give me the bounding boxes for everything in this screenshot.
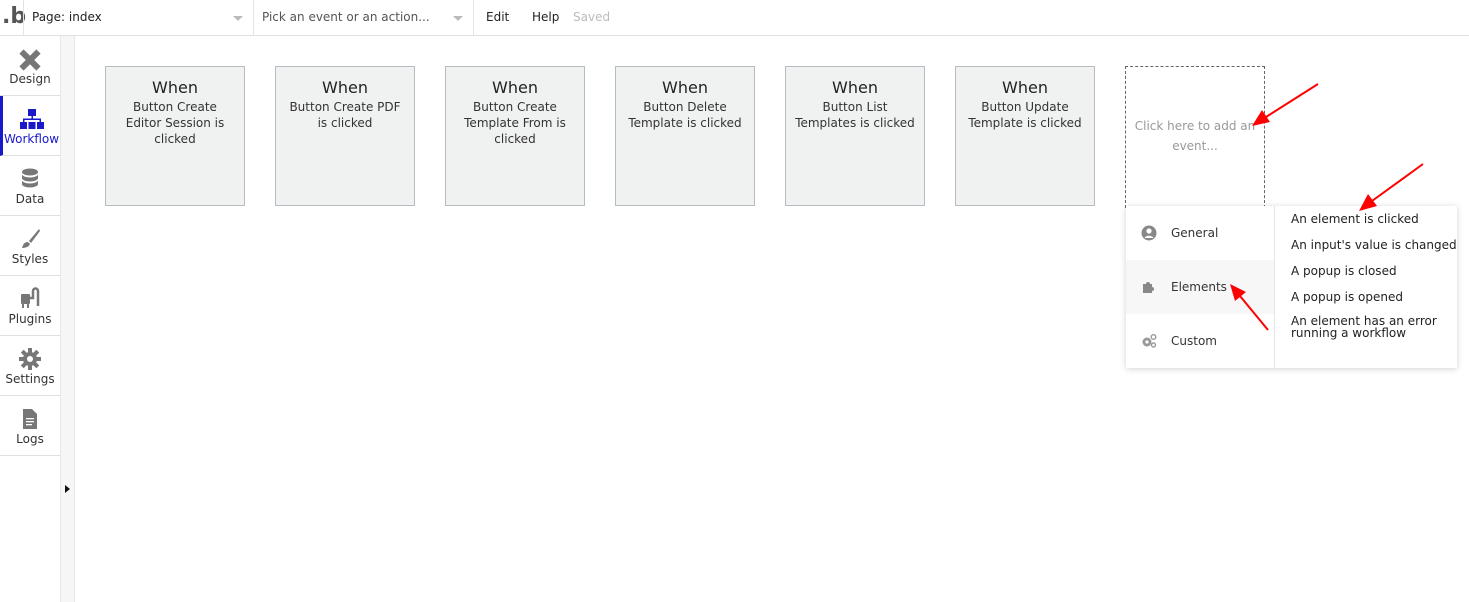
- chevron-down-icon: [233, 16, 243, 21]
- event-card[interactable]: When Button Create PDF is clicked: [275, 66, 415, 206]
- event-card-title: When: [1002, 78, 1048, 97]
- event-type-menu: General Elements Custom An element is cl…: [1126, 206, 1457, 368]
- event-card-description: Button Create PDF is clicked: [289, 100, 401, 130]
- user-circle-icon: [1141, 225, 1157, 241]
- sidebar-item-workflow[interactable]: Workflow: [0, 96, 60, 156]
- sidebar-item-styles[interactable]: Styles: [0, 216, 60, 276]
- option-popup-opened[interactable]: A popup is opened: [1276, 284, 1457, 310]
- sidebar-item-data[interactable]: Data: [0, 156, 60, 216]
- option-element-error[interactable]: An element has an error running a workfl…: [1276, 310, 1457, 344]
- sidebar-item-label: Design: [9, 72, 51, 86]
- sidebar-item-plugins[interactable]: Plugins: [0, 276, 60, 336]
- sidebar-collapse-bar[interactable]: [60, 36, 75, 602]
- event-action-select-placeholder: Pick an event or an action...: [262, 10, 430, 24]
- edit-menu[interactable]: Edit: [486, 0, 509, 35]
- sidebar-item-label: Styles: [11, 252, 49, 266]
- sidebar-item-label: Workflow: [3, 132, 60, 146]
- event-card[interactable]: When Button Create Editor Session is cli…: [105, 66, 245, 206]
- workflow-icon: [19, 109, 44, 129]
- save-status: Saved: [573, 10, 611, 24]
- event-card-description: Button Create Template From is clicked: [464, 100, 566, 146]
- option-input-changed[interactable]: An input's value is changed: [1276, 232, 1457, 258]
- option-element-clicked[interactable]: An element is clicked: [1276, 206, 1457, 232]
- event-card[interactable]: When Button Delete Template is clicked: [615, 66, 755, 206]
- sidebar: Design Workflow Data Styles Plugins Sett…: [0, 36, 60, 602]
- event-action-select[interactable]: Pick an event or an action...: [253, 0, 473, 35]
- top-toolbar: .b Page: index Pick an event or an actio…: [0, 0, 1469, 36]
- event-card-description: Button Create Editor Session is clicked: [125, 100, 225, 146]
- category-label: Custom: [1171, 334, 1217, 348]
- event-option-list: An element is clicked An input's value i…: [1276, 206, 1457, 344]
- expand-triangle-icon[interactable]: [65, 485, 70, 493]
- help-menu[interactable]: Help: [532, 0, 559, 35]
- sidebar-item-design[interactable]: Design: [0, 36, 60, 96]
- puzzle-icon: [1143, 282, 1154, 293]
- sidebar-item-label: Settings: [5, 372, 55, 386]
- sidebar-item-settings[interactable]: Settings: [0, 336, 60, 396]
- design-icon: [19, 49, 41, 71]
- event-card-title: When: [662, 78, 708, 97]
- sidebar-item-label: Data: [15, 192, 45, 206]
- sidebar-item-logs[interactable]: Logs: [0, 396, 60, 456]
- category-label: Elements: [1171, 280, 1227, 294]
- event-card[interactable]: When Button Create Template From is clic…: [445, 66, 585, 206]
- annotation-arrow-element-clicked: [1359, 163, 1424, 211]
- database-icon: [22, 168, 38, 188]
- gear-icon: [19, 348, 41, 370]
- document-icon: [23, 409, 37, 429]
- event-card[interactable]: When Button Update Template is clicked: [955, 66, 1095, 206]
- category-label: General: [1171, 226, 1219, 240]
- page-select-value: Page: index: [32, 10, 102, 24]
- bubble-logo[interactable]: .b: [0, 0, 26, 35]
- plug-icon: [21, 287, 40, 308]
- sidebar-item-label: Plugins: [8, 312, 52, 326]
- chevron-down-icon: [453, 16, 463, 21]
- event-card-title: When: [492, 78, 538, 97]
- option-popup-closed[interactable]: A popup is closed: [1276, 258, 1457, 284]
- event-card[interactable]: When Button List Templates is clicked: [785, 66, 925, 206]
- event-card-title: When: [152, 78, 198, 97]
- event-card-description: Button List Templates is clicked: [795, 100, 915, 130]
- category-general[interactable]: General: [1126, 206, 1274, 260]
- event-category-list: General Elements Custom: [1126, 206, 1275, 368]
- event-card-title: When: [322, 78, 368, 97]
- event-card-description: Button Update Template is clicked: [968, 100, 1082, 130]
- toolbar-divider: [473, 0, 474, 35]
- gears-icon: [1142, 334, 1157, 348]
- event-card-title: When: [832, 78, 878, 97]
- category-elements[interactable]: Elements: [1126, 260, 1274, 314]
- brush-icon: [22, 229, 40, 248]
- event-card-description: Button Delete Template is clicked: [628, 100, 742, 130]
- page-select[interactable]: Page: index: [23, 0, 253, 35]
- add-event-label: Click here to add an event...: [1134, 119, 1256, 153]
- add-event-button[interactable]: Click here to add an event...: [1125, 66, 1265, 208]
- sidebar-item-label: Logs: [16, 432, 44, 446]
- category-custom[interactable]: Custom: [1126, 314, 1274, 368]
